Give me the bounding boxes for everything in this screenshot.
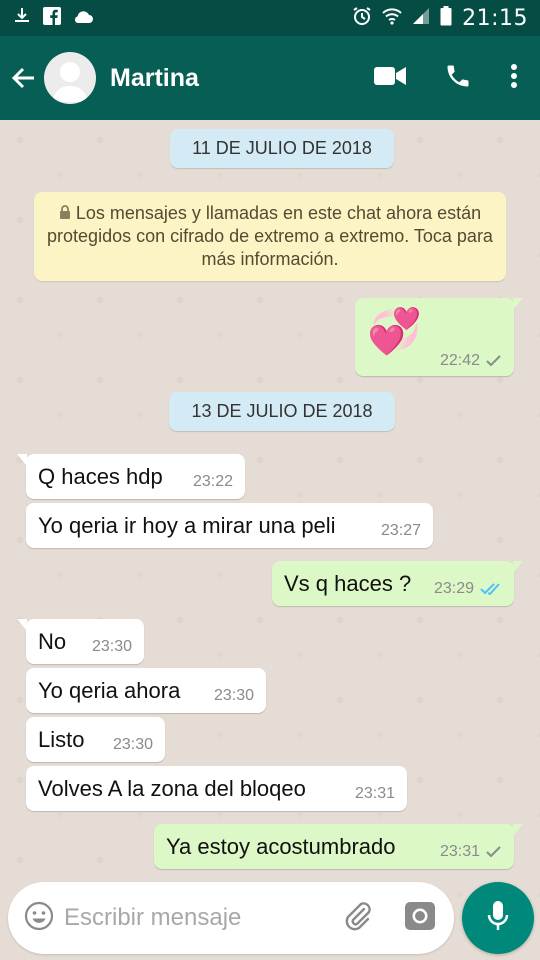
facebook-icon bbox=[42, 6, 62, 31]
encryption-notice-text: Los mensajes y llamadas en este chat aho… bbox=[47, 203, 493, 269]
back-arrow-icon[interactable] bbox=[10, 64, 38, 92]
cloud-icon bbox=[72, 8, 94, 29]
message-time: 23:31 bbox=[354, 785, 395, 802]
message-time: 23:31 bbox=[424, 843, 502, 869]
message-incoming[interactable]: Volves A la zona del bloqeo 23:31 bbox=[26, 766, 407, 811]
message-text: No bbox=[38, 628, 67, 654]
message-text: Yo qeria ir hoy a mirar una peli bbox=[38, 512, 336, 538]
message-text: Q haces hdp bbox=[38, 463, 163, 489]
bubble-tail bbox=[17, 619, 27, 631]
message-text: Vs q haces ? bbox=[284, 570, 412, 596]
default-avatar-icon bbox=[52, 62, 88, 102]
microphone-icon bbox=[486, 900, 510, 937]
wifi-icon bbox=[382, 7, 402, 30]
contact-name[interactable]: Martina bbox=[110, 64, 374, 93]
message-time: 23:30 bbox=[213, 687, 254, 704]
double-check-read-icon bbox=[480, 583, 500, 595]
avatar[interactable] bbox=[44, 52, 96, 104]
message-text: Listo bbox=[38, 726, 85, 752]
voice-record-button[interactable] bbox=[462, 882, 534, 954]
bubble-tail bbox=[17, 454, 27, 466]
status-time: 21:15 bbox=[462, 5, 528, 31]
lock-icon bbox=[59, 203, 76, 223]
message-text: Volves A la zona del bloqeo bbox=[38, 775, 306, 801]
message-text: Yo qeria ahora bbox=[38, 677, 181, 703]
message-time: 23:30 bbox=[112, 736, 153, 753]
message-composer: Escribir mensaje bbox=[8, 882, 454, 954]
bubble-tail bbox=[513, 824, 523, 836]
video-call-icon[interactable] bbox=[374, 65, 406, 92]
message-incoming[interactable]: Yo qeria ahora 23:30 bbox=[26, 668, 266, 713]
alarm-icon bbox=[352, 6, 372, 31]
chat-header: Martina bbox=[0, 36, 540, 120]
signal-icon bbox=[412, 7, 430, 30]
message-incoming[interactable]: Listo 23:30 bbox=[26, 717, 165, 762]
single-check-icon bbox=[486, 355, 501, 367]
message-text: 💞 bbox=[367, 307, 422, 356]
status-bar: 21:15 bbox=[0, 0, 540, 36]
message-outgoing[interactable]: 💞 22:42 bbox=[355, 298, 523, 376]
date-divider: 13 DE JULIO DE 2018 bbox=[169, 392, 395, 431]
encryption-notice[interactable]: Los mensajes y llamadas en este chat aho… bbox=[34, 192, 506, 281]
message-outgoing[interactable]: Ya estoy acostumbrado 23:31 bbox=[154, 824, 523, 869]
bubble-tail bbox=[513, 561, 523, 573]
message-text: Ya estoy acostumbrado bbox=[166, 833, 396, 859]
chat-area[interactable]: 11 DE JULIO DE 2018 Los mensajes y llama… bbox=[0, 120, 540, 960]
message-outgoing[interactable]: Vs q haces ? 23:29 bbox=[272, 561, 523, 606]
single-check-icon bbox=[486, 846, 501, 858]
date-divider: 11 DE JULIO DE 2018 bbox=[170, 129, 394, 168]
download-notification-icon bbox=[12, 6, 32, 31]
message-time: 23:29 bbox=[418, 580, 502, 606]
message-time: 23:27 bbox=[380, 522, 421, 539]
message-incoming[interactable]: Q haces hdp 23:22 bbox=[17, 454, 245, 499]
battery-icon bbox=[440, 5, 452, 31]
message-input[interactable]: Escribir mensaje bbox=[64, 904, 342, 932]
more-options-icon[interactable] bbox=[510, 63, 518, 94]
message-incoming[interactable]: No 23:30 bbox=[17, 619, 144, 664]
message-time: 23:30 bbox=[91, 638, 132, 655]
message-time: 23:22 bbox=[192, 473, 233, 490]
camera-icon[interactable] bbox=[404, 901, 436, 936]
attach-icon[interactable] bbox=[342, 900, 374, 937]
emoji-icon[interactable] bbox=[24, 901, 54, 936]
bubble-tail bbox=[513, 298, 523, 310]
message-time: 22:42 bbox=[424, 352, 502, 376]
message-incoming[interactable]: Yo qeria ir hoy a mirar una peli 23:27 bbox=[26, 503, 433, 548]
phone-call-icon[interactable] bbox=[444, 62, 472, 95]
